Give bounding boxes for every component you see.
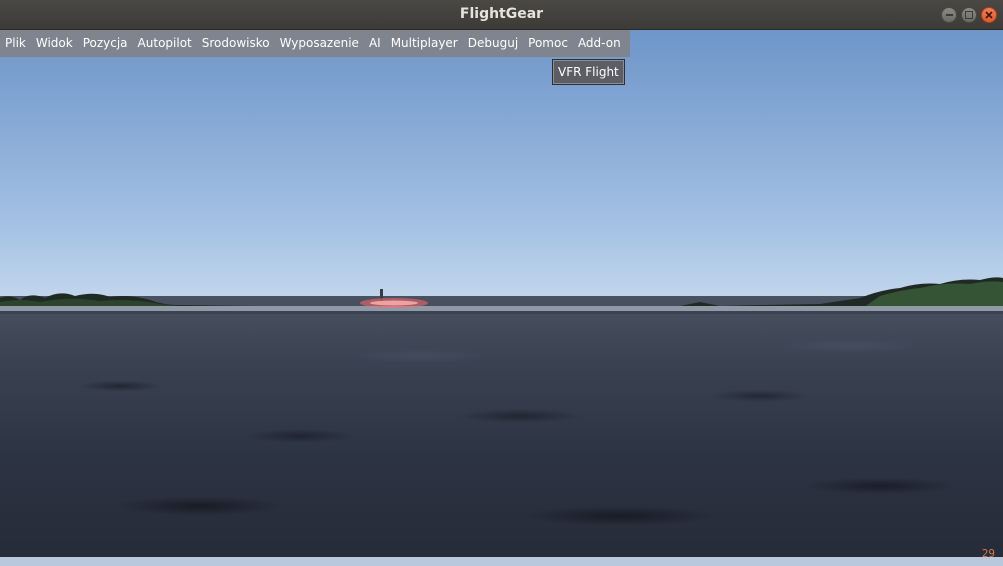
fps-counter: 29 [981, 547, 995, 560]
minimize-button[interactable] [941, 7, 957, 23]
flightgear-window: FlightGear 29 Plik Widok Pozycja Autopil… [0, 0, 1003, 566]
window-controls [941, 7, 997, 23]
menu-add-on[interactable]: Add-on [573, 30, 626, 57]
menu-debuguj[interactable]: Debuguj [463, 30, 523, 57]
ground-edge-strip [0, 557, 1003, 566]
horizon-shoreline [0, 277, 1003, 314]
menu-srodowisko[interactable]: Srodowisko [197, 30, 275, 57]
menu-widok[interactable]: Widok [31, 30, 78, 57]
3d-scene-view[interactable]: 29 [0, 30, 1003, 566]
shore-band [0, 306, 1003, 311]
main-menubar: Plik Widok Pozycja Autopilot Srodowisko … [0, 30, 630, 57]
menu-pozycja[interactable]: Pozycja [78, 30, 133, 57]
runway-lights-core [370, 300, 418, 306]
menu-autopilot[interactable]: Autopilot [133, 30, 197, 57]
menu-plik[interactable]: Plik [0, 30, 31, 57]
maximize-icon [962, 8, 976, 22]
menu-multiplayer[interactable]: Multiplayer [386, 30, 463, 57]
title-bar[interactable]: FlightGear [0, 0, 1003, 30]
window-title: FlightGear [459, 6, 544, 22]
maximize-button[interactable] [961, 7, 977, 23]
add-on-dropdown: VFR Flight [552, 59, 625, 85]
menu-wyposazenie[interactable]: Wyposazenie [275, 30, 364, 57]
menu-pomoc[interactable]: Pomoc [523, 30, 573, 57]
close-button[interactable] [981, 7, 997, 23]
minimize-icon [942, 8, 956, 22]
close-icon [982, 8, 996, 22]
menu-ai[interactable]: AI [364, 30, 386, 57]
menu-item-vfr-flight[interactable]: VFR Flight [553, 60, 624, 84]
sky [0, 30, 1003, 298]
shore-shadow [0, 311, 1003, 314]
